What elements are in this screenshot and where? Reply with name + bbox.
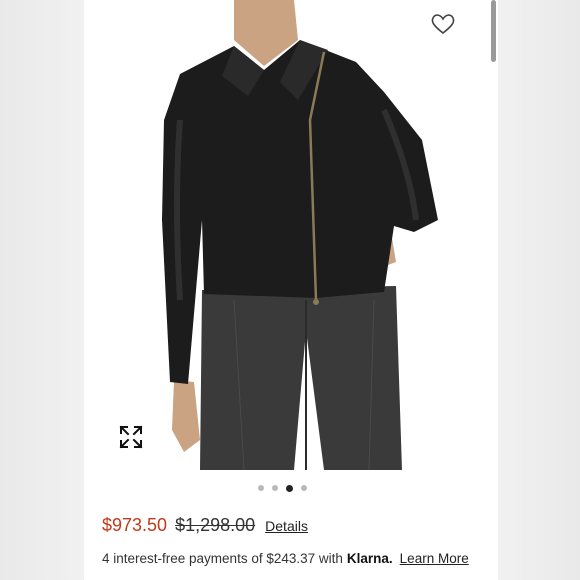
financing-row: 4 interest-free payments of $243.37 with… bbox=[102, 551, 469, 566]
product-image[interactable] bbox=[84, 0, 498, 470]
carousel-dot[interactable] bbox=[258, 485, 264, 491]
carousel-dots bbox=[258, 484, 318, 492]
price-row: $973.50 $1,298.00 Details bbox=[102, 515, 308, 536]
klarna-logo: Klarna. bbox=[346, 551, 393, 566]
right-backdrop bbox=[498, 0, 580, 580]
favorite-heart-icon[interactable] bbox=[430, 12, 456, 36]
fullscreen-expand-icon[interactable] bbox=[118, 424, 144, 450]
left-backdrop bbox=[0, 0, 84, 580]
carousel-dot[interactable] bbox=[272, 485, 278, 491]
original-price: $1,298.00 bbox=[175, 515, 256, 535]
product-panel bbox=[84, 0, 498, 580]
carousel-dot[interactable] bbox=[301, 485, 307, 491]
scrollbar[interactable] bbox=[491, 0, 496, 62]
sale-price: $973.50 bbox=[102, 515, 168, 535]
financing-text: 4 interest-free payments of $243.37 with bbox=[102, 551, 343, 566]
carousel-dot-active[interactable] bbox=[286, 484, 293, 492]
learn-more-link[interactable]: Learn More bbox=[400, 551, 469, 566]
details-link[interactable]: Details bbox=[265, 518, 308, 534]
